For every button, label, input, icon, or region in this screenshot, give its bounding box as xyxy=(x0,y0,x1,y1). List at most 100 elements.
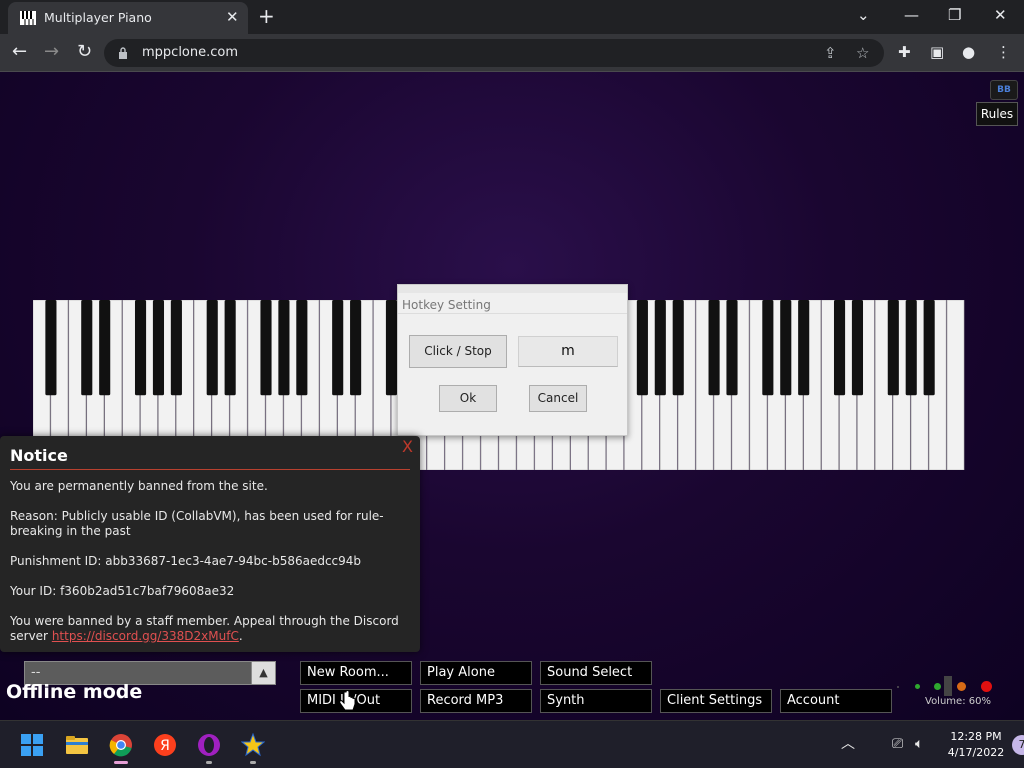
black-key[interactable] xyxy=(278,300,290,396)
hotkey-dialog: Hotkey Setting Click / Stop m Ok Cancel xyxy=(397,284,628,436)
hotkey-field[interactable]: m xyxy=(518,336,618,367)
black-key[interactable] xyxy=(654,300,666,396)
notice-title: Notice xyxy=(10,446,68,465)
white-key[interactable] xyxy=(946,300,965,470)
offline-mode-label: Offline mode xyxy=(6,681,143,703)
windows-start-icon[interactable] xyxy=(20,733,44,757)
black-key[interactable] xyxy=(708,300,720,396)
black-key[interactable] xyxy=(296,300,308,396)
black-key[interactable] xyxy=(45,300,57,396)
volume-label: Volume: 60% xyxy=(925,696,991,707)
black-key[interactable] xyxy=(260,300,272,396)
clock-time: 12:28 PM xyxy=(950,730,1002,743)
app-open-indicator xyxy=(250,761,256,764)
ok-button[interactable]: Ok xyxy=(439,385,497,412)
click-stop-button[interactable]: Click / Stop xyxy=(409,335,507,368)
dialog-title: Hotkey Setting xyxy=(402,298,491,312)
sound-select-button[interactable]: Sound Select xyxy=(540,661,652,685)
volume-slider-knob[interactable] xyxy=(944,676,953,696)
user-id: Your ID: f360b2ad51c7baf79608ae32 xyxy=(10,584,235,598)
new-tab-icon[interactable]: + xyxy=(258,4,275,28)
black-key[interactable] xyxy=(905,300,917,396)
behind-window-titlebar xyxy=(398,285,627,293)
black-key[interactable] xyxy=(134,300,147,396)
black-key[interactable] xyxy=(350,300,362,396)
chrome-active-indicator xyxy=(114,761,128,764)
lock-icon xyxy=(119,47,127,59)
black-key[interactable] xyxy=(170,300,182,396)
black-key[interactable] xyxy=(385,300,398,396)
black-key[interactable] xyxy=(152,300,165,396)
black-key[interactable] xyxy=(851,300,864,396)
back-icon[interactable]: ← xyxy=(12,40,27,64)
app-star-icon[interactable] xyxy=(241,733,265,757)
restore-icon[interactable]: ❐ xyxy=(948,4,961,26)
chrome-icon[interactable] xyxy=(109,733,133,757)
new-room-button[interactable]: New Room... xyxy=(300,661,412,685)
opera-browser-icon[interactable] xyxy=(197,733,221,757)
notice-divider xyxy=(10,469,410,470)
black-key[interactable] xyxy=(780,300,792,396)
black-key[interactable] xyxy=(762,300,774,396)
side-panel-icon[interactable]: ▣ xyxy=(930,41,944,63)
synth-button[interactable]: Synth xyxy=(540,689,652,713)
window-close-icon[interactable]: ✕ xyxy=(994,4,1007,26)
forward-icon[interactable]: → xyxy=(44,40,59,64)
cancel-button[interactable]: Cancel xyxy=(529,385,587,412)
select-arrow-up-icon[interactable]: ▲ xyxy=(251,662,275,684)
status-led-green-large xyxy=(934,683,941,690)
browser-tab[interactable]: Multiplayer Piano ✕ xyxy=(8,2,248,34)
rules-badge-icon[interactable]: BB xyxy=(990,80,1018,100)
black-key[interactable] xyxy=(887,300,899,396)
show-hidden-icons-chevron-icon[interactable]: ︿ xyxy=(841,735,855,753)
black-key[interactable] xyxy=(206,300,218,396)
network-icon[interactable]: ⎚ xyxy=(892,735,903,753)
yandex-browser-icon[interactable]: Я xyxy=(153,733,177,757)
record-mp3-button[interactable]: Record MP3 xyxy=(420,689,532,713)
black-key[interactable] xyxy=(798,300,810,396)
browser-tab-bar: Multiplayer Piano ✕ + ⌄ — ❐ ✕ xyxy=(0,0,1024,34)
tab-search-icon[interactable]: ⌄ xyxy=(857,4,870,26)
url-text[interactable]: mppclone.com xyxy=(142,45,238,60)
speaker-icon[interactable]: 🔈︎ xyxy=(915,735,923,753)
status-led-orange xyxy=(957,682,966,691)
ban-message: You are permanently banned from the site… xyxy=(10,479,268,493)
extensions-icon[interactable]: ✚ xyxy=(898,41,911,63)
tab-close-icon[interactable]: ✕ xyxy=(226,8,239,26)
black-key[interactable] xyxy=(99,300,111,396)
black-key[interactable] xyxy=(636,300,648,396)
black-key[interactable] xyxy=(672,300,684,396)
black-key[interactable] xyxy=(81,300,93,396)
notice-panel: Notice You are permanently banned from t… xyxy=(0,436,420,652)
status-led xyxy=(897,686,899,688)
profile-icon[interactable]: ● xyxy=(962,41,975,63)
notice-close-button[interactable]: X xyxy=(402,438,413,456)
notification-badge[interactable]: 7 xyxy=(1012,735,1024,755)
reload-icon[interactable]: ↻ xyxy=(77,40,92,64)
black-key[interactable] xyxy=(332,300,344,396)
rules-button[interactable]: Rules xyxy=(976,102,1018,126)
appeal-message: You were banned by a staff member. Appea… xyxy=(10,614,410,644)
share-icon[interactable]: ⇪ xyxy=(824,43,837,63)
menu-icon[interactable]: ⋮ xyxy=(996,41,1011,63)
black-key[interactable] xyxy=(224,300,236,396)
client-settings-button[interactable]: Client Settings xyxy=(660,689,772,713)
play-alone-button[interactable]: Play Alone xyxy=(420,661,532,685)
bookmark-star-icon[interactable]: ☆ xyxy=(856,43,869,63)
black-key[interactable] xyxy=(833,300,846,396)
ban-reason: Reason: Publicly usable ID (CollabVM), h… xyxy=(10,509,384,538)
black-key[interactable] xyxy=(726,300,738,396)
black-key[interactable] xyxy=(923,300,935,396)
taskbar-clock[interactable]: 12:28 PM 4/17/2022 xyxy=(946,729,1006,761)
omnibox[interactable]: mppclone.com ⇪ ☆ xyxy=(104,39,884,67)
account-button[interactable]: Account xyxy=(780,689,892,713)
opera-open-indicator xyxy=(206,761,212,764)
room-select-value: -- xyxy=(31,665,41,680)
windows-taskbar: Я ︿ ⎚ 🔈︎ 12:28 PM 4/17/2022 7 xyxy=(0,720,1024,768)
file-explorer-icon[interactable] xyxy=(65,733,89,757)
punishment-id: Punishment ID: abb33687-1ec3-4ae7-94bc-b… xyxy=(10,554,362,568)
svg-text:Я: Я xyxy=(160,738,170,754)
discord-link[interactable]: https://discord.gg/338D2xMufC xyxy=(52,629,239,643)
midi-inout-button[interactable]: MIDI In/Out xyxy=(300,689,412,713)
minimize-icon[interactable]: — xyxy=(904,4,919,26)
